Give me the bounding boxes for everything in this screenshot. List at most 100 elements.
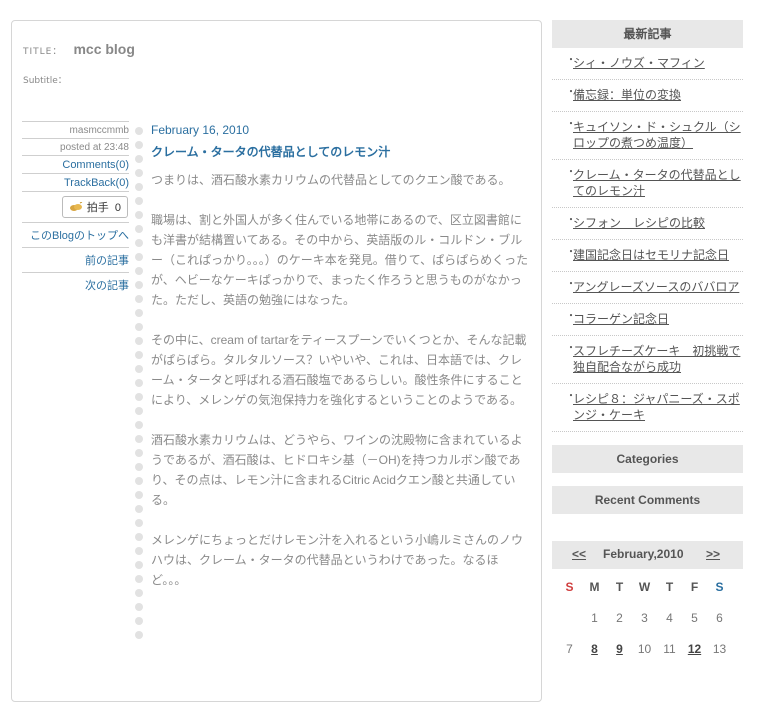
decorative-dot [135, 155, 143, 163]
decorative-dot [135, 379, 143, 387]
calendar-day: 11 [663, 642, 676, 656]
decorative-dot [135, 295, 143, 303]
decorative-dot [135, 519, 143, 527]
recent-post-link[interactable]: シィ・ノウズ・マフィン [573, 56, 705, 70]
recent-post-link[interactable]: スフレチーズケーキ 初挑戦で独自配合ながら成功 [573, 344, 740, 374]
post-paragraph: 職場は、割と外国人が多く住んでいる地帯にあるので、区立図書館にも洋書が結構置いて… [151, 213, 529, 307]
clap-button[interactable]: 拍手 0 [61, 196, 128, 218]
blog-post: February 16, 2010 クレーム・タータの代替品としてのレモン汁 つ… [151, 123, 529, 610]
calendar-month: February,2010 [603, 547, 684, 561]
recent-post-link[interactable]: シフォン レシピの比較 [573, 216, 705, 230]
calendar-grid: S M T W T F S 1 2 3 4 5 6 7 8 9 10 11 12… [557, 579, 743, 672]
recent-post-item[interactable]: ・コラーゲン記念日 [552, 304, 743, 336]
post-paragraph: つまりは、酒石酸水素カリウムの代替品としてのクエン酸である。 [151, 173, 511, 187]
recent-post-item[interactable]: ・シフォン レシピの比較 [552, 208, 743, 240]
bullet-icon: ・ [566, 311, 576, 322]
calendar-day: 4 [666, 611, 673, 625]
calendar-week-row: 1 2 3 4 5 6 [557, 610, 743, 641]
recent-post-link[interactable]: クレーム・タータの代替品としてのレモン汁 [573, 168, 741, 198]
calendar-week-row: 7 8 9 10 11 12 13 [557, 641, 743, 672]
post-title[interactable]: クレーム・タータの代替品としてのレモン汁 [151, 143, 529, 160]
decorative-dot [135, 393, 143, 401]
post-date: February 16, 2010 [151, 123, 250, 137]
post-body: つまりは、酒石酸水素カリウムの代替品としてのクエン酸である。 職場は、割と外国人… [151, 170, 529, 590]
decorative-dot [135, 337, 143, 345]
comments-link[interactable]: Comments(0) [22, 155, 129, 173]
calendar-day-link[interactable]: 8 [582, 641, 607, 672]
decorative-dot [135, 421, 143, 429]
decorative-dot [135, 407, 143, 415]
recent-post-item[interactable]: ・アングレーズソースのババロア [552, 272, 743, 304]
bullet-icon: ・ [566, 215, 576, 226]
recent-post-item[interactable]: ・備忘録：単位の変換 [552, 80, 743, 112]
decorative-dot [135, 561, 143, 569]
clap-label: 拍手 [86, 202, 109, 214]
calendar-day-link[interactable]: 9 [607, 641, 632, 672]
decorative-dot [135, 589, 143, 597]
recent-post-item[interactable]: ・レシピ８：ジャパニーズ・スポンジ・ケーキ [552, 384, 743, 432]
recent-comments-heading[interactable]: Recent Comments [552, 486, 743, 514]
post-paragraph: その中に、cream of tartarをティースプーンでいくつとか、そんな記載… [151, 333, 527, 407]
decorative-dot [135, 617, 143, 625]
categories-heading[interactable]: Categories [552, 445, 743, 473]
recent-posts-heading: 最新記事 [552, 20, 743, 48]
recent-post-item[interactable]: ・クレーム・タータの代替品としてのレモン汁 [552, 160, 743, 208]
post-paragraph: メレンゲにちょっとだけレモン汁を入れるという小嶋ルミさんのノウハウは、クレーム・… [151, 533, 524, 587]
calendar-day [557, 610, 582, 641]
recent-post-link[interactable]: 備忘録：単位の変換 [573, 88, 681, 102]
blog-title[interactable]: mcc blog [73, 41, 134, 57]
decorative-dot [135, 435, 143, 443]
decorative-dot [135, 309, 143, 317]
clap-count: 0 [114, 202, 121, 214]
recent-post-item[interactable]: ・スフレチーズケーキ 初挑戦で独自配合ながら成功 [552, 336, 743, 384]
recent-post-item[interactable]: ・シィ・ノウズ・マフィン [552, 48, 743, 80]
decorative-dot [135, 449, 143, 457]
next-post-link[interactable]: 次の記事 [22, 272, 129, 297]
decorative-dot [135, 575, 143, 583]
calendar-prev-link[interactable]: << [572, 547, 586, 561]
calendar-day: 6 [716, 611, 723, 625]
recent-post-link[interactable]: キュイソン・ド・シュクル（シロップの煮つめ温度） [573, 120, 741, 150]
decorative-dot [135, 477, 143, 485]
recent-post-item[interactable]: ・建国記念日はセモリナ記念日 [552, 240, 743, 272]
decorative-dot [135, 281, 143, 289]
bullet-icon: ・ [566, 87, 576, 98]
recent-post-link[interactable]: アングレーズソースのババロア [573, 280, 739, 294]
decorative-dot [135, 323, 143, 331]
sidebar: 最新記事 ・シィ・ノウズ・マフィン ・備忘録：単位の変換 ・キュイソン・ド・シュ… [552, 20, 743, 656]
calendar-day-link[interactable]: 12 [682, 641, 707, 672]
post-time: posted at 23:48 [22, 138, 129, 155]
prev-post-link[interactable]: 前の記事 [22, 247, 129, 272]
recent-post-link[interactable]: 建国記念日はセモリナ記念日 [573, 248, 729, 262]
blog-top-link[interactable]: このBlogのトップへ [22, 222, 129, 247]
post-paragraph: 酒石酸水素カリウムは、どうやら、ワインの沈殿物に含まれているようであるが、酒石酸… [151, 433, 523, 507]
weekday-mon: M [589, 580, 600, 594]
decorative-dot [135, 127, 143, 135]
bullet-icon: ・ [566, 343, 576, 354]
decorative-dot [135, 211, 143, 219]
calendar-day: 3 [641, 611, 648, 625]
weekday-sun: S [565, 580, 574, 594]
trackback-link[interactable]: TrackBack(0) [22, 173, 129, 191]
decorative-dot [135, 141, 143, 149]
calendar-weekday-row: S M T W T F S [557, 579, 743, 610]
decorative-dot [135, 547, 143, 555]
recent-post-item[interactable]: ・キュイソン・ド・シュクル（シロップの煮つめ温度） [552, 112, 743, 160]
clap-row: 拍手 0 [22, 191, 129, 222]
main-panel: TITLE： mcc blog Subtitle： masmccmmb post… [11, 20, 542, 702]
decorative-dot [135, 533, 143, 541]
title-label: TITLE： [23, 47, 63, 57]
recent-post-link[interactable]: レシピ８：ジャパニーズ・スポンジ・ケーキ [573, 392, 740, 422]
calendar-day: 1 [591, 611, 598, 625]
decorative-dot [135, 505, 143, 513]
calendar-next-link[interactable]: >> [706, 547, 720, 561]
calendar-header: << February,2010 >> [552, 541, 743, 569]
recent-post-link[interactable]: コラーゲン記念日 [573, 312, 669, 326]
post-meta: masmccmmb posted at 23:48 Comments(0) Tr… [22, 121, 129, 297]
decorative-dot [135, 197, 143, 205]
bullet-icon: ・ [566, 391, 576, 402]
weekday-wed: W [638, 580, 651, 594]
decorative-dot [135, 267, 143, 275]
decorative-dot [135, 225, 143, 233]
calendar-day: 13 [712, 642, 727, 656]
